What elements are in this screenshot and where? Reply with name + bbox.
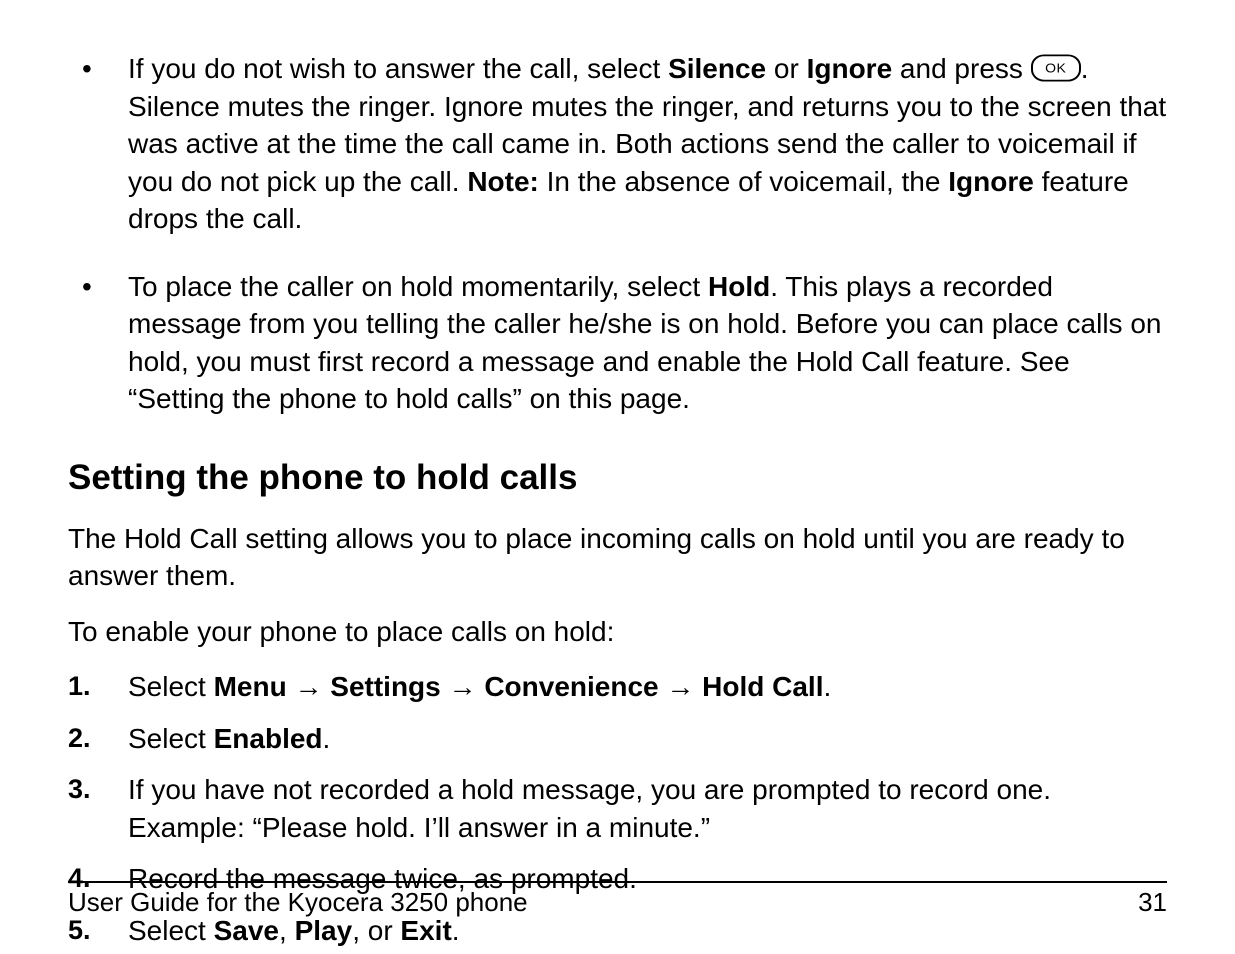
bold-text: Exit xyxy=(400,915,451,946)
note-label: Note: xyxy=(467,166,539,197)
bold-text: Enabled xyxy=(214,723,323,754)
paragraph: To enable your phone to place calls on h… xyxy=(68,613,1167,651)
bold-text: Menu xyxy=(214,671,287,702)
bullet-dot-icon: • xyxy=(82,268,92,306)
text: , or xyxy=(352,915,400,946)
text: Select xyxy=(128,723,214,754)
bold-text: Ignore xyxy=(807,53,893,84)
text: To place the caller on hold momentarily,… xyxy=(128,271,708,302)
arrow-icon: → xyxy=(659,671,703,702)
bold-text: Settings xyxy=(330,671,440,702)
bold-text: Ignore xyxy=(948,166,1034,197)
text: Select xyxy=(128,915,214,946)
bold-text: Convenience xyxy=(484,671,658,702)
step-number: 1. xyxy=(68,668,91,704)
section-heading: Setting the phone to hold calls xyxy=(68,458,1167,498)
text: , xyxy=(279,915,295,946)
text: . xyxy=(452,915,460,946)
step-number: 3. xyxy=(68,771,91,807)
step-number: 2. xyxy=(68,720,91,756)
bullet-item: • If you do not wish to answer the call,… xyxy=(68,50,1167,238)
step-item: 1. Select Menu → Settings → Convenience … xyxy=(68,668,1167,706)
page: • If you do not wish to answer the call,… xyxy=(0,0,1235,954)
text: . xyxy=(824,671,832,702)
page-footer: User Guide for the Kyocera 3250 phone 31 xyxy=(68,881,1167,918)
footer-title: User Guide for the Kyocera 3250 phone xyxy=(68,887,528,918)
bold-text: Silence xyxy=(668,53,766,84)
paragraph: The Hold Call setting allows you to plac… xyxy=(68,520,1167,595)
step-item: 2. Select Enabled. xyxy=(68,720,1167,758)
bullet-list: • If you do not wish to answer the call,… xyxy=(68,50,1167,418)
text: If you do not wish to answer the call, s… xyxy=(128,53,668,84)
arrow-icon: → xyxy=(441,671,485,702)
bold-text: Hold xyxy=(708,271,770,302)
text: In the absence of voicemail, the xyxy=(539,166,948,197)
text: or xyxy=(766,53,806,84)
bullet-dot-icon: • xyxy=(82,50,92,88)
text: Select xyxy=(128,671,214,702)
ok-button-icon: OK xyxy=(1031,54,1081,81)
text: If you have not recorded a hold message,… xyxy=(128,774,1051,843)
bold-text: Save xyxy=(214,915,279,946)
bold-text: Play xyxy=(295,915,353,946)
bold-text: Hold Call xyxy=(702,671,823,702)
arrow-icon: → xyxy=(287,671,331,702)
step-item: 3. If you have not recorded a hold messa… xyxy=(68,771,1167,846)
text: . xyxy=(323,723,331,754)
page-number: 31 xyxy=(1138,887,1167,918)
bullet-item: • To place the caller on hold momentaril… xyxy=(68,268,1167,418)
text: and press xyxy=(892,53,1031,84)
